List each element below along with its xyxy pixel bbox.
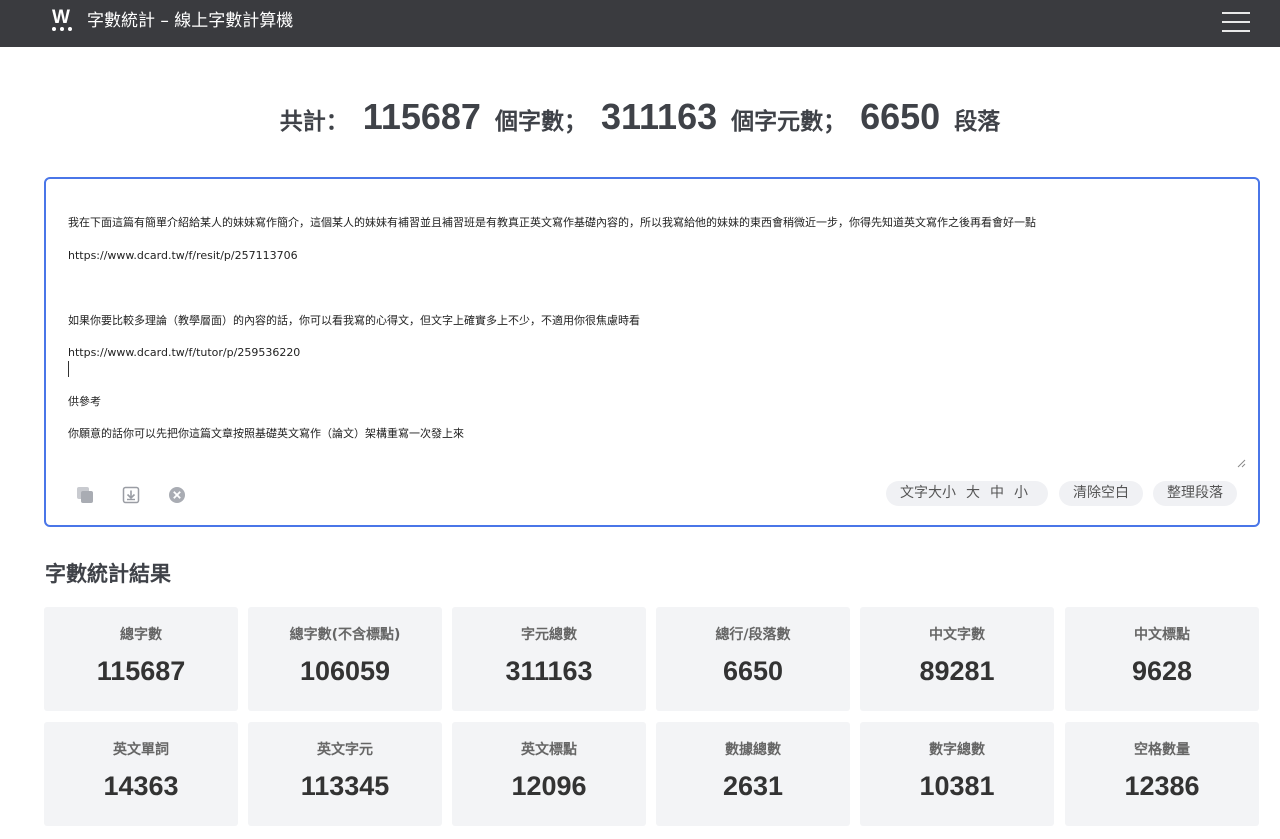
stat-label: 總字數(不含標點) [289,627,401,643]
stat-label: 總字數 [120,627,162,643]
summary-word-label: 個字數； [494,109,587,135]
summary-char-label: 個字元數； [731,109,847,135]
stat-label: 中文標點 [1134,627,1190,643]
clear-circle-x-icon[interactable] [168,486,186,504]
editor-line: 我在下面這篇有簡單介紹給某人的妹妹寫作簡介，這個某人的妹妹有補習並且補習班是有教… [68,216,1036,229]
editor-content[interactable]: 我在下面這篇有簡單介紹給某人的妹妹寫作簡介，這個某人的妹妹有補習並且補習班是有教… [68,215,1228,459]
editor-line [68,280,1228,296]
stat-value: 115687 [96,656,186,686]
text-caret [68,361,69,377]
stat-card-lines-paragraphs: 總行/段落數 6650 [656,607,850,711]
cursor-line [68,361,1228,377]
summary-paragraph-label: 段落 [954,109,1001,135]
editor-line: https://www.dcard.tw/f/resit/p/257113706 [68,248,298,262]
stat-card-digit-total: 數字總數 10381 [860,722,1054,826]
stat-value: 6650 [722,656,784,686]
font-size-large-button[interactable]: 大 [966,481,980,506]
results-title: 字數統計結果 [45,562,171,586]
text-editor[interactable]: 我在下面這篇有簡單介紹給某人的妹妹寫作簡介，這個某人的妹妹有補習並且補習班是有教… [44,177,1260,527]
summary-word-count: 115687 [362,96,481,137]
summary-char-count: 311163 [600,96,718,137]
site-logo[interactable]: W [48,7,74,33]
stat-value: 10381 [919,771,995,801]
stat-value: 2631 [722,771,784,801]
download-icon[interactable] [122,486,140,504]
stat-label: 總行/段落數 [715,627,791,643]
stat-value: 311163 [505,656,593,686]
resize-grip-icon[interactable] [1236,458,1246,468]
stat-value: 12096 [511,771,587,801]
logo-letter: W [52,7,70,28]
stat-value: 89281 [919,656,995,686]
summary-line: 共計： 115687 個字數； 311163 個字元數； 6650 段落 [0,96,1280,138]
logo-dots [52,27,72,31]
stat-label: 中文字數 [929,627,985,643]
stat-value: 9628 [1131,656,1193,686]
stat-label: 英文標點 [521,742,577,758]
summary-paragraph-count: 6650 [860,96,941,137]
app-title: 字數統計 – 線上字數計算機 [87,11,294,31]
stat-card-total-words: 總字數 115687 [44,607,238,711]
editor-line: 你願意的話你可以先把你這篇文章按照基礎英文寫作（論文）架構重寫一次發上來 [68,427,464,440]
top-bar: W 字數統計 – 線上字數計算機 [0,0,1280,47]
stat-label: 數字總數 [929,742,985,758]
stat-card-english-chars: 英文字元 113345 [248,722,442,826]
stat-label: 空格數量 [1134,742,1190,758]
stat-label: 字元總數 [521,627,577,643]
stat-label: 數據總數 [725,742,781,758]
font-size-control: 文字大小 大 中 小 [886,481,1048,506]
stat-card-data-total: 數據總數 2631 [656,722,850,826]
stat-card-chinese-chars: 中文字數 89281 [860,607,1054,711]
summary-prefix: 共計： [279,109,349,135]
font-size-medium-button[interactable]: 中 [990,481,1004,506]
stat-card-words-no-punct: 總字數(不含標點) 106059 [248,607,442,711]
editor-line: 供參考 [68,394,101,408]
stat-card-total-chars: 字元總數 311163 [452,607,646,711]
stat-card-english-words: 英文單詞 14363 [44,722,238,826]
stat-label: 英文字元 [317,742,373,758]
copy-icon[interactable] [76,486,94,504]
tidy-paragraphs-button[interactable]: 整理段落 [1153,481,1237,506]
editor-line: 如果你要比較多理論（教學層面）的內容的話，你可以看我寫的心得文，但文字上確實多上… [68,313,640,327]
stat-value: 12386 [1124,771,1200,801]
stat-card-chinese-punct: 中文標點 9628 [1065,607,1259,711]
font-size-small-button[interactable]: 小 [1014,481,1028,506]
stat-value: 14363 [103,771,179,801]
stat-label: 英文單詞 [113,742,169,758]
font-size-label: 文字大小 [900,485,956,501]
stat-card-english-punct: 英文標點 12096 [452,722,646,826]
editor-line: https://www.dcard.tw/f/tutor/p/259536220 [68,346,301,359]
stat-value: 106059 [299,656,391,686]
stat-card-space-count: 空格數量 12386 [1065,722,1259,826]
stat-value: 113345 [300,771,390,801]
hamburger-menu-icon[interactable] [1222,11,1250,33]
remove-spaces-button[interactable]: 清除空白 [1059,481,1143,506]
